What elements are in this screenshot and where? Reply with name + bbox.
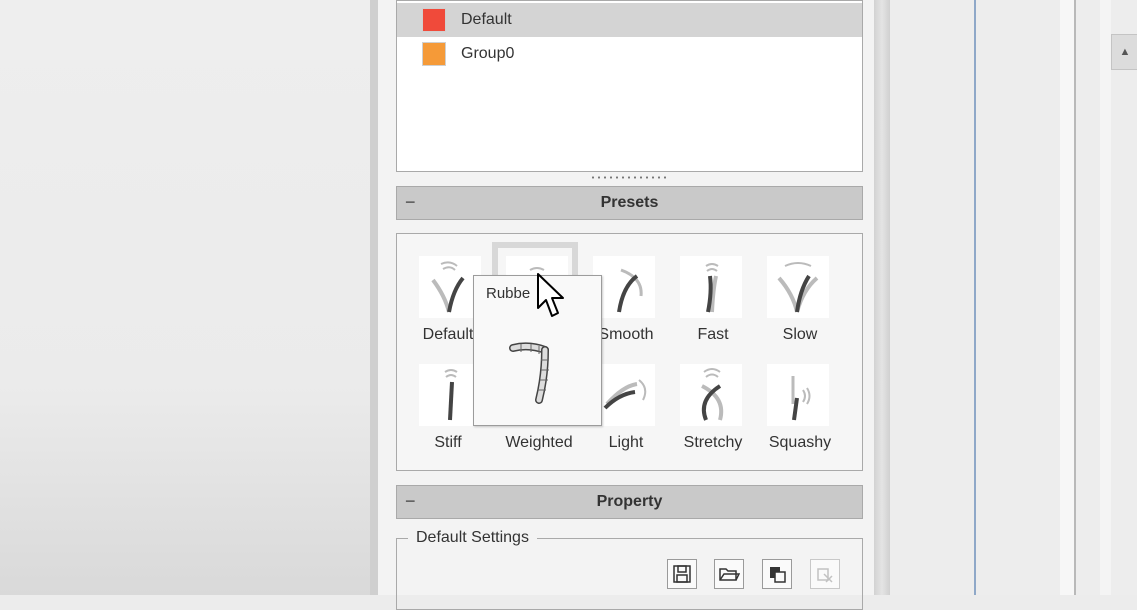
group-color-swatch[interactable] (423, 9, 445, 31)
spring-smooth-icon (593, 256, 655, 318)
group-row-default[interactable]: Default (397, 3, 862, 37)
presets-header[interactable]: − Presets (396, 186, 863, 220)
preset-stretchy[interactable]: Stretchy (658, 342, 744, 451)
preset-fast[interactable]: Fast (658, 234, 744, 343)
pane-gap (1060, 0, 1074, 595)
default-settings-title: Default Settings (408, 529, 537, 547)
property-header[interactable]: − Property (396, 485, 863, 519)
spring-stretchy-icon (680, 364, 742, 426)
spring-stiff-icon (419, 364, 481, 426)
pane-gap-2 (1100, 0, 1111, 595)
copy-button[interactable] (762, 559, 792, 589)
property-title: Property (596, 493, 663, 510)
presets-grid: Default Smooth Fast Slow Stiff Weighted (396, 233, 863, 471)
hover-highlight (492, 242, 578, 276)
spring-squashy-icon (767, 364, 829, 426)
spring-light-icon (593, 364, 655, 426)
preset-squashy[interactable]: Squashy (745, 342, 831, 451)
open-folder-icon (719, 568, 740, 581)
save-icon (673, 565, 691, 583)
spring-default-icon (419, 256, 481, 318)
viewport-area (0, 0, 370, 595)
copy-icon (770, 567, 786, 583)
collapse-icon[interactable]: − (405, 492, 419, 510)
preset-default[interactable]: Default (397, 234, 483, 343)
preset-stiff[interactable]: Stiff (397, 342, 483, 451)
group-label: Group0 (461, 45, 515, 62)
preset-slow[interactable]: Slow (745, 234, 831, 343)
pane-divider (974, 0, 976, 595)
groups-list[interactable]: Default Group0 (396, 0, 863, 172)
scroll-up-button[interactable]: ▲ (1111, 34, 1137, 70)
presets-title: Presets (600, 194, 659, 211)
panel-left-border (370, 0, 378, 595)
group-label: Default (461, 11, 512, 28)
spring-slow-icon (767, 256, 829, 318)
arrow-up-icon: ▲ (1119, 46, 1131, 58)
save-button[interactable] (667, 559, 697, 589)
spring-rubber-preview-icon (509, 342, 549, 404)
splitter-handle[interactable] (590, 175, 670, 180)
pane-divider-2 (1074, 0, 1076, 595)
paste-icon (817, 568, 833, 583)
open-button[interactable] (714, 559, 744, 589)
spring-fast-icon (680, 256, 742, 318)
group-row-group0[interactable]: Group0 (397, 37, 862, 71)
panel-scrollbar-track[interactable] (874, 0, 890, 595)
group-color-swatch[interactable] (423, 43, 445, 65)
preset-label: Squashy (768, 434, 832, 451)
default-settings-group (396, 538, 863, 610)
tooltip-title: Rubbe (486, 285, 531, 302)
paste-button[interactable] (810, 559, 840, 589)
mouse-cursor-icon (537, 273, 564, 317)
collapse-icon[interactable]: − (405, 193, 419, 211)
